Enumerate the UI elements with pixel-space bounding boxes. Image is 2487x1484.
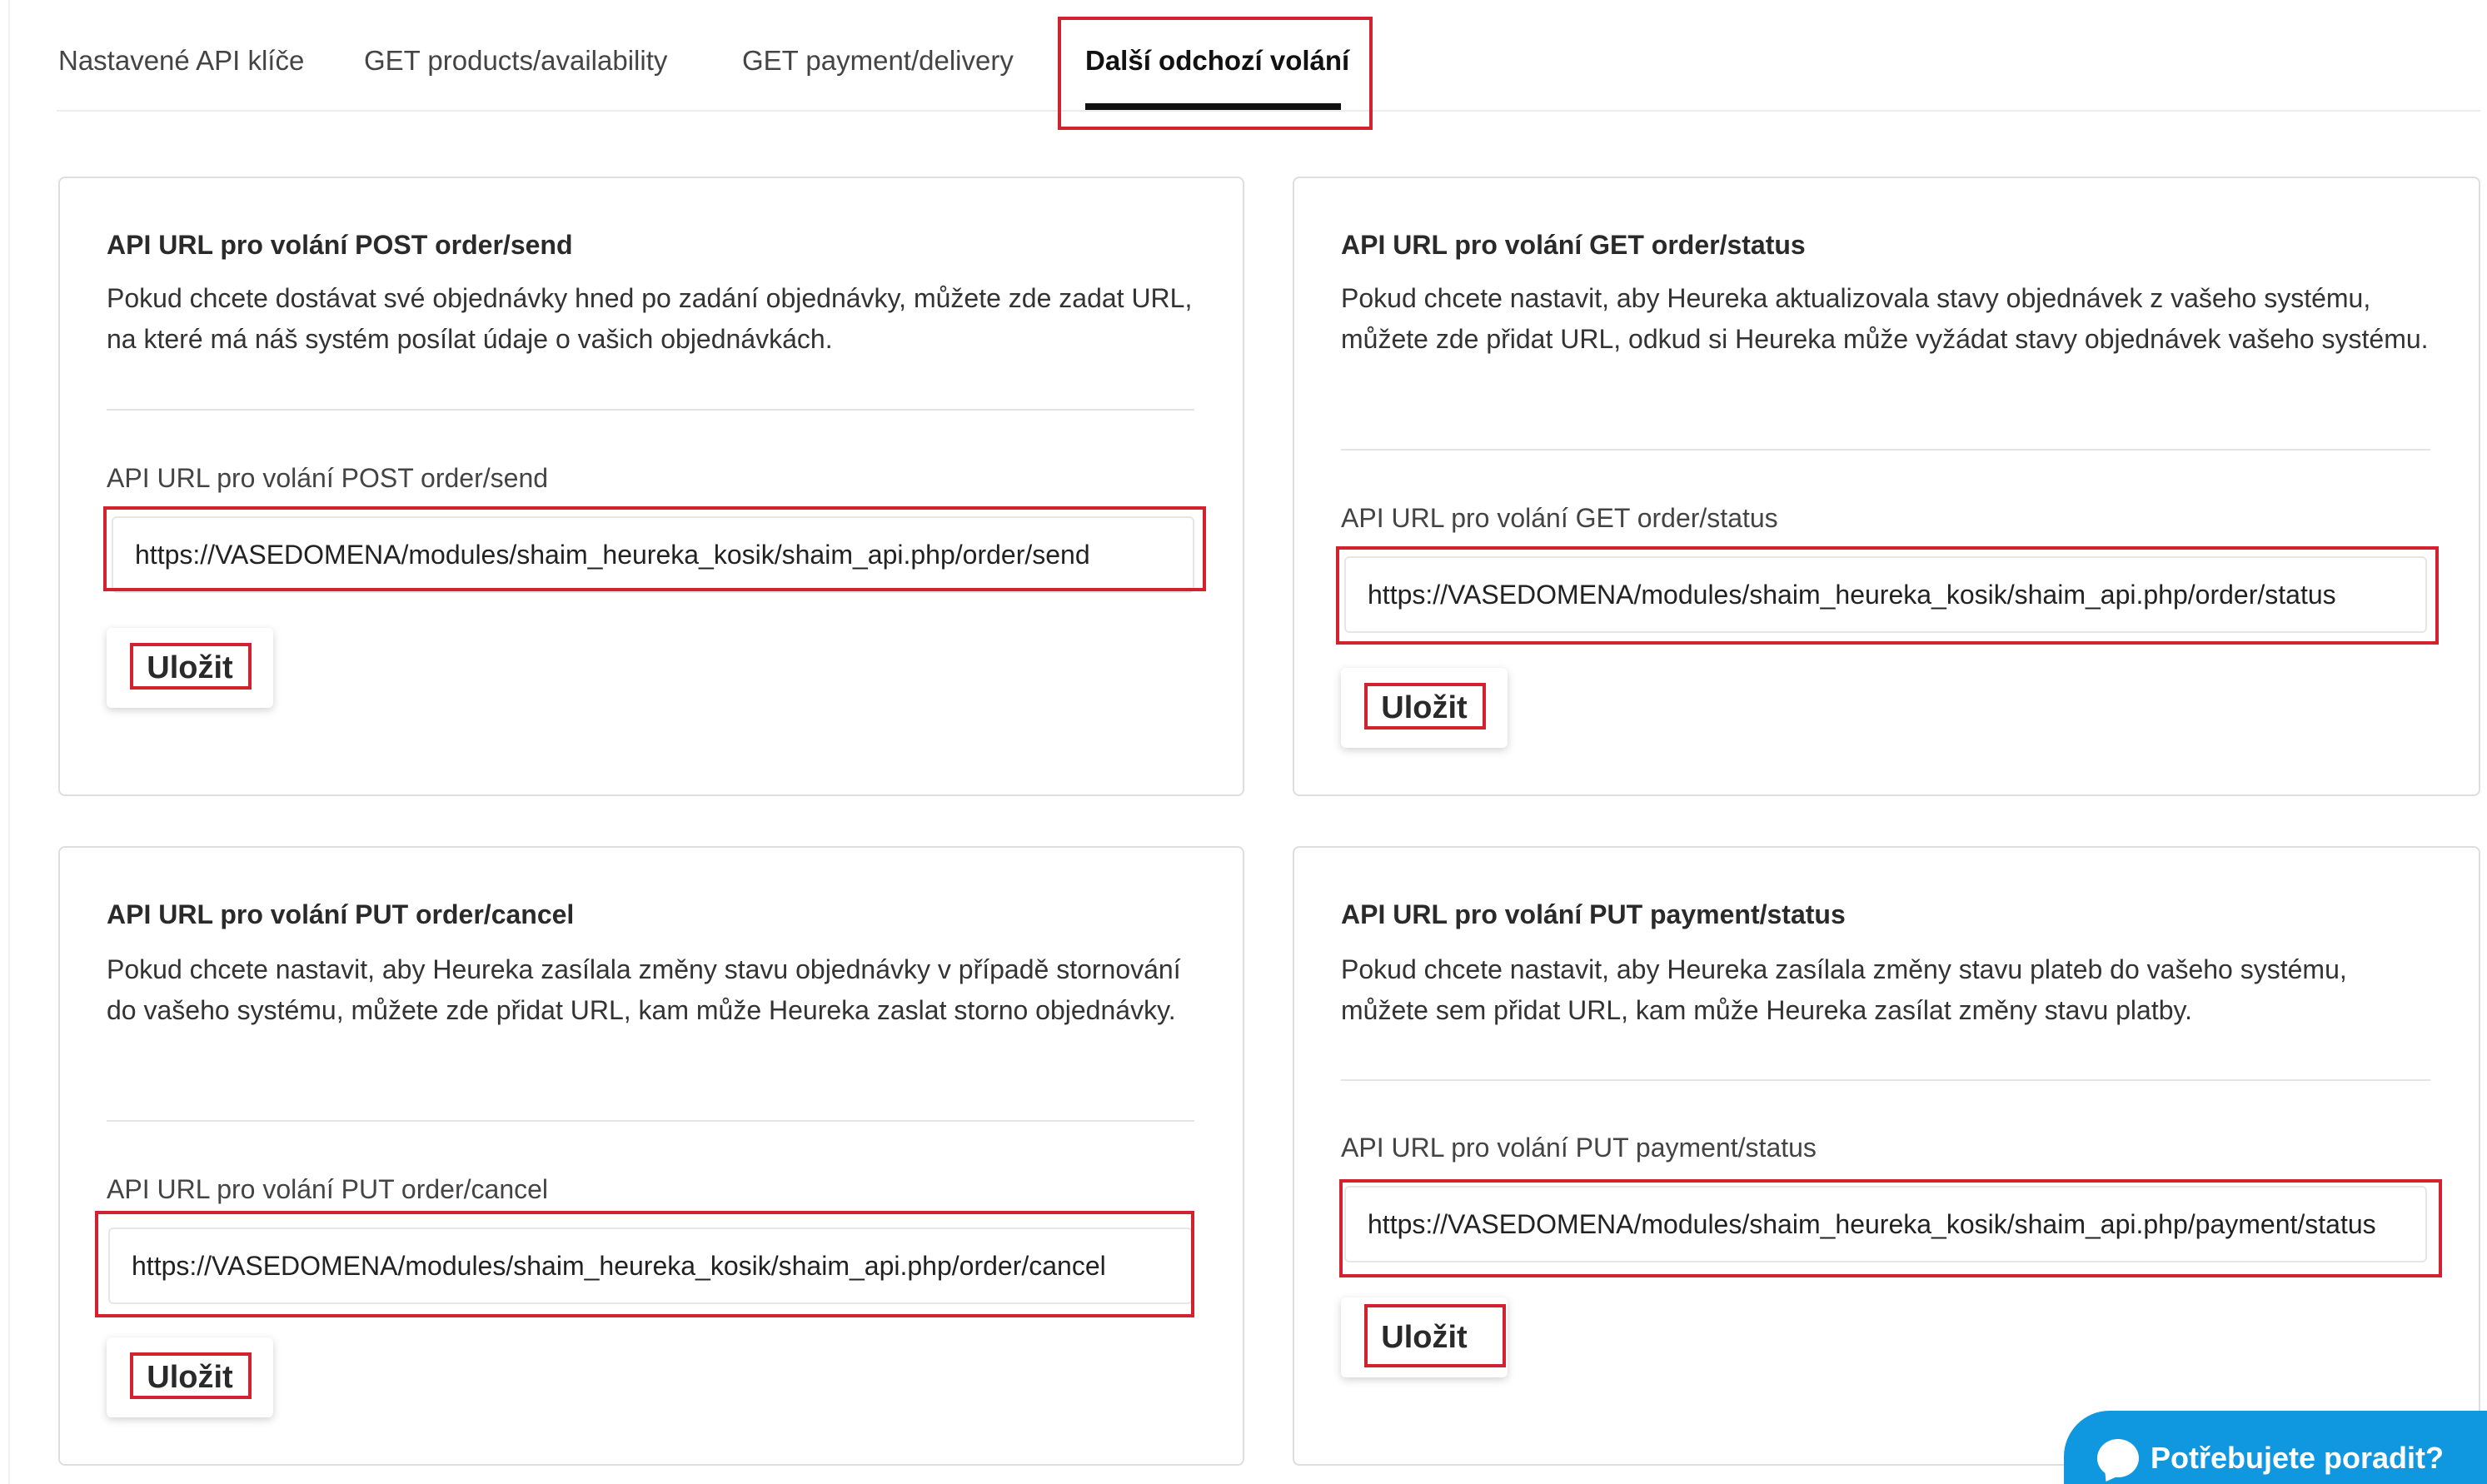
card-description: Pokud chcete nastavit, aby Heureka zasíl… <box>107 954 1181 1025</box>
active-tab-indicator <box>1085 103 1341 110</box>
card-divider <box>1341 449 2430 451</box>
field-label: API URL pro volání PUT payment/status <box>1341 1133 1817 1163</box>
chat-label: Potřebujete poradit? <box>2151 1441 2445 1475</box>
card-title: API URL pro volání GET order/status <box>1341 230 1806 260</box>
card-title: API URL pro volání PUT order/cancel <box>107 899 575 929</box>
save-button[interactable]: Uložit <box>107 628 273 708</box>
tab-bar: Nastavené API klíče GET products/availab… <box>57 0 2480 112</box>
card-title: API URL pro volání PUT payment/status <box>1341 899 1846 929</box>
save-button[interactable]: Uložit <box>1341 1297 1508 1377</box>
chat-bubble-icon <box>2097 1439 2139 1477</box>
url-input-order-cancel[interactable] <box>108 1228 1193 1304</box>
card-divider <box>107 1120 1194 1122</box>
card-description: Pokud chcete dostávat své objednávky hne… <box>107 283 1193 354</box>
card-description: Pokud chcete nastavit, aby Heureka aktua… <box>1341 283 2429 354</box>
field-label: API URL pro volání GET order/status <box>1341 503 1778 533</box>
url-input-order-status[interactable] <box>1344 556 2427 633</box>
save-button[interactable]: Uložit <box>107 1337 273 1417</box>
url-input-payment-status[interactable] <box>1344 1186 2427 1262</box>
card-title: API URL pro volání POST order/send <box>107 230 573 260</box>
tab-payment-delivery[interactable]: GET payment/delivery <box>742 45 1014 77</box>
field-label: API URL pro volání POST order/send <box>107 463 549 493</box>
url-input-order-send[interactable] <box>112 516 1194 593</box>
tab-api-keys[interactable]: Nastavené API klíče <box>58 45 304 77</box>
card-divider <box>1341 1079 2430 1081</box>
help-chat-button[interactable]: Potřebujete poradit? <box>2064 1411 2487 1484</box>
card-divider <box>107 409 1194 411</box>
page: Nastavené API klíče GET products/availab… <box>0 0 2487 1484</box>
card-description: Pokud chcete nastavit, aby Heureka zasíl… <box>1341 954 2347 1025</box>
save-button[interactable]: Uložit <box>1341 668 1508 748</box>
tab-outgoing-calls[interactable]: Další odchozí volání <box>1085 45 1349 77</box>
field-label: API URL pro volání PUT order/cancel <box>107 1174 549 1204</box>
left-border <box>8 0 10 1484</box>
tab-products-availability[interactable]: GET products/availability <box>364 45 667 77</box>
